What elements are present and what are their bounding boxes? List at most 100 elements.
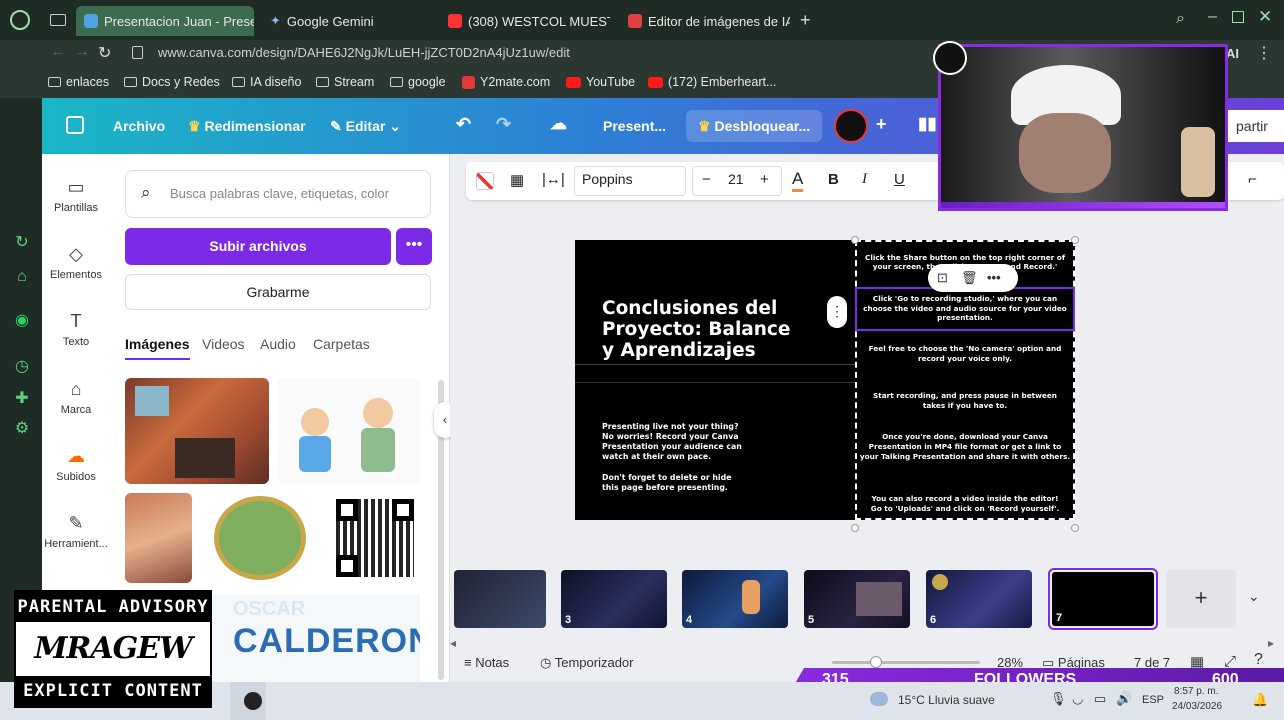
text-color-icon[interactable]: A <box>792 169 804 192</box>
clock-date[interactable]: 24/03/2026 <box>1172 701 1222 712</box>
tab-sidebar-icon[interactable] <box>50 14 66 26</box>
help-icon[interactable]: ? <box>1254 651 1263 669</box>
kids-illustration[interactable] <box>277 378 420 484</box>
nav-brand[interactable]: ⌂ Marca <box>42 378 110 416</box>
tab-youtube[interactable]: (308) WESTCOL MUESTR <box>440 8 610 34</box>
new-tab-icon[interactable]: + <box>800 10 811 31</box>
nav-templates[interactable]: ▭ Plantillas <box>42 176 110 214</box>
resize-button[interactable]: ♛ Redimensionar <box>188 118 306 135</box>
upload-files-button[interactable]: Subir archivos <box>125 228 391 265</box>
nav-tools[interactable]: ✎ Herramient... <box>42 512 110 550</box>
clock-icon[interactable]: ◷ <box>13 358 31 376</box>
zoom-slider[interactable] <box>832 661 980 664</box>
search-input[interactable]: Busca palabras clave, etiquetas, color <box>170 186 389 201</box>
underline-icon[interactable]: U <box>894 171 905 188</box>
tab-gemini[interactable]: ✦ Google Gemini <box>262 8 432 34</box>
spacing-icon[interactable]: |↔| <box>542 171 565 188</box>
element-menu-icon[interactable]: ⋮ <box>827 296 847 328</box>
avatar[interactable] <box>834 109 868 143</box>
maximize-icon[interactable] <box>1232 11 1244 23</box>
tab-canva[interactable]: Presentacion Juan - Prese <box>76 6 254 36</box>
undo-icon[interactable]: ↶ <box>456 114 471 135</box>
table-icon[interactable]: ▦ <box>510 171 524 189</box>
extension-icon[interactable]: ✚ <box>13 390 31 408</box>
qr-code-image[interactable] <box>328 493 422 583</box>
history-icon[interactable]: ↻ <box>13 234 31 252</box>
format-painter-icon[interactable]: ⌐ <box>1248 171 1257 188</box>
add-collaborator-icon[interactable]: + <box>876 114 887 135</box>
nav-elements[interactable]: ◇ Elementos <box>42 243 110 281</box>
slide-canvas[interactable]: Conclusiones del Proyecto: Balance y Apr… <box>575 236 1079 532</box>
lock-icon[interactable]: ⊡ <box>937 270 948 286</box>
bookmark-emberheart[interactable]: (172) Emberheart... <box>648 75 776 89</box>
add-page-button[interactable]: + <box>1166 570 1236 628</box>
delete-icon[interactable]: 🗑 <box>961 270 978 286</box>
mic-icon[interactable]: 🎙 <box>1050 691 1067 707</box>
increase-size-button[interactable]: + <box>760 171 769 188</box>
scroll-right-icon[interactable]: ▸ <box>1268 636 1274 650</box>
resize-handle[interactable] <box>851 236 859 244</box>
bag-icon[interactable]: ⌂ <box>13 268 31 286</box>
app-icon[interactable] <box>244 692 262 710</box>
file-menu[interactable]: Archivo <box>113 118 165 134</box>
students-photo[interactable] <box>125 493 192 583</box>
network-icon[interactable]: ▭ <box>1094 691 1106 707</box>
classroom-photo[interactable] <box>125 378 269 484</box>
resize-handle[interactable] <box>1071 524 1079 532</box>
wifi-icon[interactable]: ◡ <box>1072 691 1083 707</box>
resize-handle[interactable] <box>1071 236 1079 244</box>
bookmark-y2mate[interactable]: Y2mate.com <box>462 75 550 89</box>
tab-image-editor[interactable]: Editor de imágenes de IA <box>620 8 790 34</box>
more-icon[interactable]: ••• <box>987 270 1001 285</box>
step-text[interactable]: You can also record a video inside the e… <box>865 494 1065 513</box>
settings-icon[interactable]: ⚙ <box>13 420 31 438</box>
edit-button[interactable]: ✎ Editar ⌄ <box>330 118 401 135</box>
timer-button[interactable]: ◷ Temporizador <box>540 655 634 671</box>
search-icon[interactable]: ⌕ <box>1176 10 1185 28</box>
forward-icon[interactable]: → <box>74 43 90 61</box>
slide-body-text[interactable]: Presenting live not your thing? No worri… <box>602 422 742 462</box>
back-icon[interactable]: ← <box>50 43 66 61</box>
page-thumbnail[interactable]: 5 <box>804 570 910 628</box>
decrease-size-button[interactable]: − <box>702 171 711 188</box>
slide-title[interactable]: Conclusiones del Proyecto: Balance y Apr… <box>602 298 802 361</box>
scroll-left-icon[interactable]: ◂ <box>450 636 456 650</box>
color-clear-icon[interactable] <box>476 172 494 190</box>
bookmark-ia[interactable]: IA diseño <box>232 75 301 89</box>
page-thumbnail-selected[interactable]: 7 <box>1048 568 1158 630</box>
slide-note-text[interactable]: Don't forget to delete or hide this page… <box>602 473 742 493</box>
page-thumbnail[interactable]: 4 <box>682 570 788 628</box>
tab-folders[interactable]: Carpetas <box>313 336 370 352</box>
bookmark-google[interactable]: google <box>390 75 446 89</box>
tab-audio[interactable]: Audio <box>260 336 296 352</box>
italic-icon[interactable]: I <box>862 171 867 188</box>
whatsapp-icon[interactable]: ◉ <box>13 312 31 330</box>
tab-videos[interactable]: Videos <box>202 336 245 352</box>
bold-icon[interactable]: B <box>828 171 839 188</box>
nav-text[interactable]: T Texto <box>42 310 110 348</box>
bookmark-stream[interactable]: Stream <box>316 75 374 89</box>
step-text[interactable]: Feel free to choose the 'No camera' opti… <box>865 344 1065 363</box>
home-icon[interactable] <box>66 116 84 134</box>
analytics-icon[interactable]: ▮▮ <box>918 114 937 134</box>
step-text[interactable]: Start recording, and press pause in betw… <box>865 391 1065 410</box>
page-thumbnail[interactable]: 3 <box>561 570 667 628</box>
volume-icon[interactable]: 🔊 <box>1116 691 1132 707</box>
minimize-icon[interactable]: – <box>1208 8 1217 26</box>
bookmark-docs[interactable]: Docs y Redes <box>124 75 220 89</box>
chevron-down-icon[interactable]: ⌄ <box>1248 588 1260 605</box>
menu-icon[interactable]: ⋮ <box>1256 43 1272 63</box>
present-button[interactable]: Present... <box>603 118 666 134</box>
bookmark-enlaces[interactable]: enlaces <box>48 75 109 89</box>
tab-images[interactable]: Imágenes <box>125 336 190 360</box>
redo-icon[interactable]: ↷ <box>496 114 511 135</box>
zoom-slider-handle[interactable] <box>870 656 882 668</box>
language-indicator[interactable]: ESP <box>1142 694 1164 706</box>
page-thumbnail[interactable] <box>454 570 546 628</box>
url-input[interactable]: www.canva.com/design/DAHE6J2NgJk/LuEH-jj… <box>158 45 570 60</box>
clock-time[interactable]: 8:57 p. m. <box>1174 686 1218 697</box>
page-thumbnail[interactable]: 6 <box>926 570 1032 628</box>
school-seal-image[interactable] <box>208 493 314 583</box>
step-text[interactable]: Click 'Go to recording studio,' where yo… <box>861 294 1069 323</box>
more-options-icon[interactable]: ••• <box>396 228 432 265</box>
